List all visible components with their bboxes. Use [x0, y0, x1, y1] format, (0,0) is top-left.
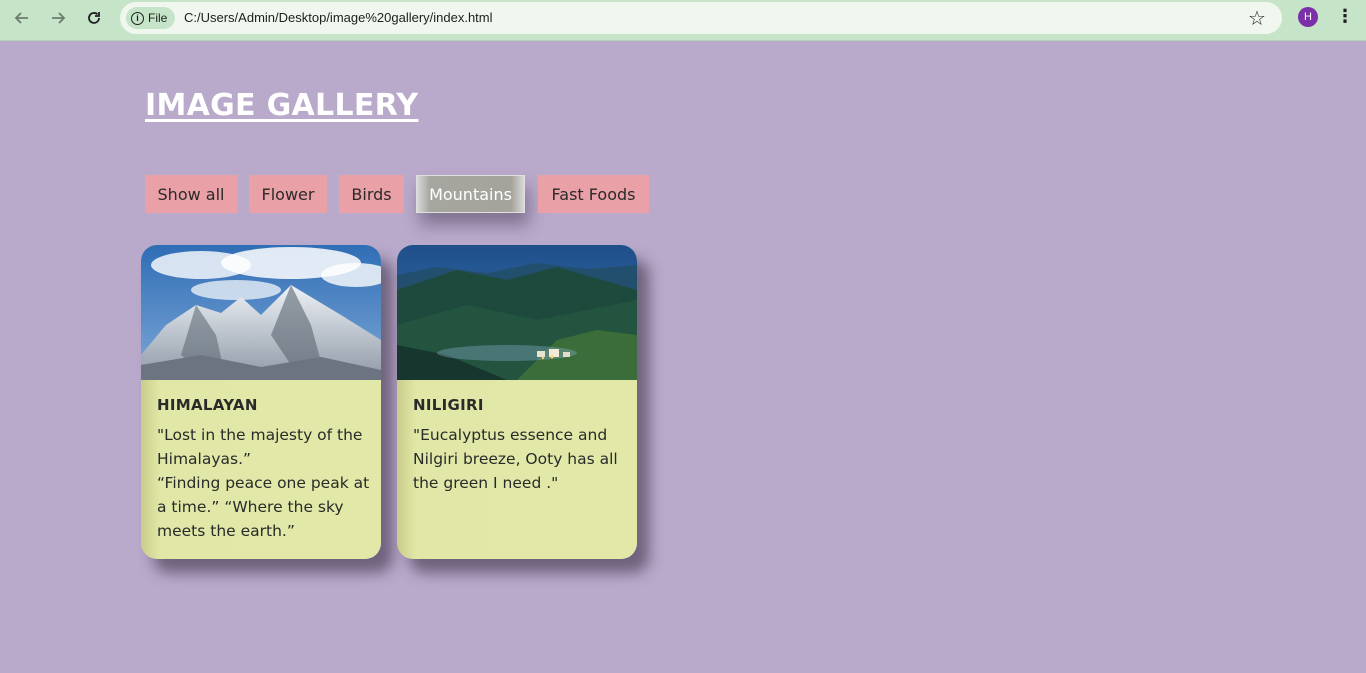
card-text-line: "Lost in the majesty of the Himalayas.” [157, 426, 363, 468]
back-button[interactable] [8, 6, 36, 30]
card-title: HIMALAYAN [157, 396, 258, 414]
filter-fast-foods-button[interactable]: Fast Foods [538, 175, 649, 213]
arrow-left-icon [14, 12, 28, 24]
reload-icon [88, 12, 100, 24]
himalaya-mountain-image [141, 245, 381, 380]
filter-show-all-button[interactable]: Show all [145, 175, 237, 213]
filter-birds-button[interactable]: Birds [339, 175, 404, 213]
browser-toolbar: i File C:/Users/Admin/Desktop/image%20ga… [0, 0, 1366, 41]
gallery-card-himalayan: HIMALAYAN "Lost in the majesty of the Hi… [141, 245, 381, 559]
info-icon: i [131, 11, 144, 25]
address-bar[interactable]: i File C:/Users/Admin/Desktop/image%20ga… [120, 2, 1282, 34]
card-text-line: "Eucalyptus essence and Nilgiri breeze, … [413, 426, 618, 492]
nilgiri-hills-image [397, 245, 637, 380]
card-description: "Eucalyptus essence and Nilgiri breeze, … [413, 423, 627, 495]
forward-button[interactable] [44, 6, 72, 30]
site-chip-label: File [148, 11, 168, 25]
arrow-right-icon [52, 12, 66, 24]
card-title: NILIGIRI [413, 396, 484, 414]
gallery-card-niligiri: NILIGIRI "Eucalyptus essence and Nilgiri… [397, 245, 637, 559]
reload-button[interactable] [80, 6, 108, 30]
bookmark-star-icon[interactable]: ☆ [1248, 6, 1266, 30]
card-text-line: “Finding peace one peak at a time.” “Whe… [157, 474, 370, 540]
profile-avatar[interactable]: H [1298, 7, 1318, 27]
kebab-menu-icon[interactable]: ⋮ [1336, 6, 1354, 28]
site-info-chip[interactable]: i File [126, 7, 176, 29]
filter-mountains-button[interactable]: Mountains [416, 175, 525, 213]
url-text[interactable]: C:/Users/Admin/Desktop/image%20gallery/i… [184, 10, 493, 25]
page-title: IMAGE GALLERY [145, 88, 419, 123]
card-description: "Lost in the majesty of the Himalayas.” … [157, 423, 371, 543]
filter-flower-button[interactable]: Flower [249, 175, 327, 213]
